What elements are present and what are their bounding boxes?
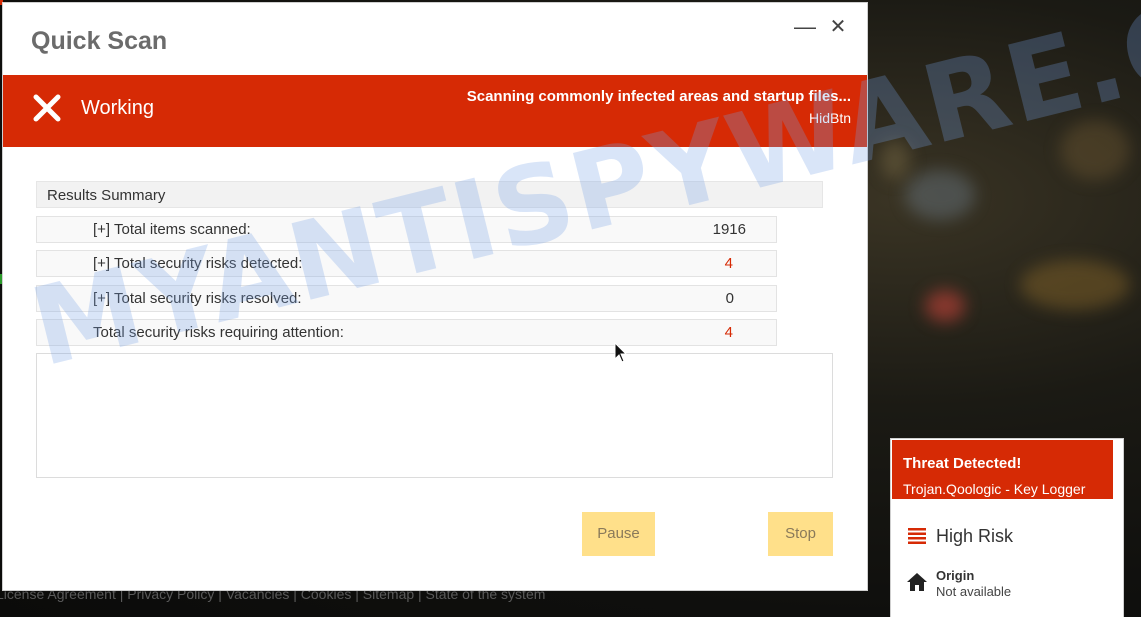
result-row[interactable]: [+] Total security risks resolved: 0 xyxy=(36,285,777,312)
results-summary-header: Results Summary xyxy=(36,181,823,208)
result-label: [+] Total items scanned: xyxy=(93,221,251,238)
result-value: 1916 xyxy=(712,221,746,238)
result-value: 0 xyxy=(725,290,734,307)
result-label: [+] Total security risks detected: xyxy=(93,255,303,272)
home-icon xyxy=(907,573,927,591)
risk-level-icon xyxy=(908,528,926,544)
result-row: Total security risks requiring attention… xyxy=(36,319,777,346)
close-button[interactable]: ✕ xyxy=(824,13,852,41)
background-light xyxy=(880,140,910,180)
result-value: 4 xyxy=(724,255,733,272)
stop-button[interactable]: Stop xyxy=(768,512,833,556)
result-label: Total security risks requiring attention… xyxy=(93,324,344,341)
status-label: Working xyxy=(81,97,154,119)
background-light xyxy=(1060,120,1130,180)
background-light xyxy=(925,290,965,322)
status-message: Scanning commonly infected areas and sta… xyxy=(466,88,851,105)
scan-status-bar: Working Scanning commonly infected areas… xyxy=(3,75,867,147)
threat-title: Threat Detected! xyxy=(903,455,1022,472)
result-row[interactable]: [+] Total items scanned: 1916 xyxy=(36,216,777,243)
result-value: 4 xyxy=(724,324,733,341)
mouse-cursor-icon xyxy=(614,342,628,363)
background-light xyxy=(905,170,975,220)
result-row[interactable]: [+] Total security risks detected: 4 xyxy=(36,250,777,277)
origin-value: Not available xyxy=(936,584,1012,599)
dialog-title: Quick Scan xyxy=(31,27,168,55)
background-edge xyxy=(0,274,2,284)
x-icon xyxy=(33,94,61,122)
background-light xyxy=(1020,260,1130,310)
risk-level-label: High Risk xyxy=(936,526,1014,546)
origin-label: Origin xyxy=(936,568,975,583)
scan-log-area[interactable] xyxy=(36,353,833,478)
threat-name: Trojan.Qoologic - Key Logger xyxy=(903,481,1086,497)
threat-notification[interactable]: Threat Detected! Trojan.Qoologic - Key L… xyxy=(891,439,1123,617)
status-sub-label: HidBtn xyxy=(808,110,851,126)
quick-scan-dialog: Quick Scan — ✕ Working Scanning commonly… xyxy=(3,3,867,590)
minimize-button[interactable]: — xyxy=(791,13,819,41)
pause-button[interactable]: Pause xyxy=(582,512,655,556)
threat-header: Threat Detected! Trojan.Qoologic - Key L… xyxy=(892,440,1113,499)
result-label: [+] Total security risks resolved: xyxy=(93,290,302,307)
